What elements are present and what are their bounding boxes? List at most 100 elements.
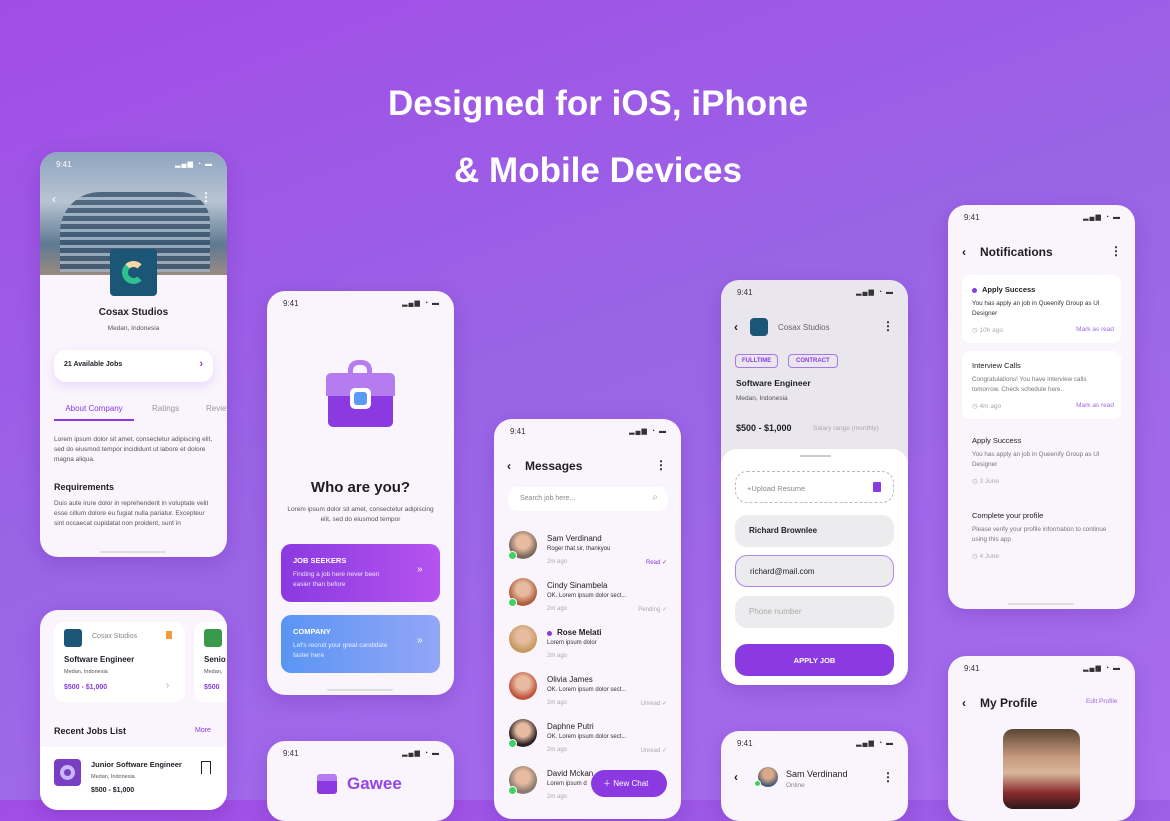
company-desc: Let's recruit your great candidate faste… — [293, 642, 388, 659]
sheet-handle[interactable] — [800, 455, 831, 457]
search-icon: ⌕ — [652, 492, 658, 503]
brand-name: Gawee — [347, 774, 402, 793]
phone-company-profile: 9:41 ▂▄▆ ◔ ▬ ‹ ⋮ Cosax Studios Medan, Ind… — [40, 152, 227, 557]
status-time: 9:41 — [737, 739, 753, 748]
company-name: Cosax Studios — [778, 323, 830, 332]
message-time: 2m ago — [547, 700, 568, 706]
available-jobs-button[interactable]: 21 Available Jobs › — [54, 350, 213, 382]
plus-icon: ＋ — [603, 779, 611, 788]
job-card[interactable]: Cosax Studios Software Engineer Medan, I… — [54, 622, 185, 702]
chat-contact-status: Online — [786, 782, 805, 789]
name-field[interactable]: Richard Brownlee — [735, 515, 894, 547]
clock-icon: ◷ — [972, 403, 978, 410]
bookmark-icon[interactable] — [166, 631, 172, 639]
online-indicator — [508, 739, 517, 748]
more-icon[interactable]: ⋮ — [200, 190, 212, 204]
company-name: Cosax Studios — [98, 307, 169, 318]
phone-apply-job: 9:41 ▂▄▆ ◔ ▬ ‹ Cosax Studios ⋮ FULLTIME C… — [721, 280, 908, 685]
job-card-2[interactable]: Senio Medan, $500 — [194, 622, 227, 702]
apply-sheet: +Upload Resume Richard Brownlee richard@… — [721, 449, 908, 685]
message-item[interactable]: Daphne Putri OK. Lorem ipsum dolor sect.… — [494, 717, 681, 761]
search-input[interactable]: Search job here... ⌕ — [508, 487, 668, 511]
status-icons: ▂▄▆ ◔ ▬ — [1083, 665, 1121, 672]
job-card-company: Cosax Studios — [92, 633, 138, 640]
back-icon[interactable]: ‹ — [52, 192, 56, 206]
status-icons: ▂▄▆ ◔ ▬ — [856, 289, 894, 296]
more-icon[interactable]: ⋮ — [655, 458, 667, 472]
message-preview: Lorem ipsum dolor — [547, 640, 597, 646]
upload-resume-label: +Upload Resume — [747, 484, 806, 493]
message-status: Unread ✓ — [641, 700, 667, 707]
status-time: 9:41 — [283, 299, 299, 308]
more-icon[interactable]: ⋮ — [1110, 244, 1122, 258]
apply-job-button[interactable]: APPLY JOB — [735, 644, 894, 676]
new-chat-button[interactable]: ＋ New Chat — [591, 770, 667, 797]
mark-as-read-link[interactable]: Mark as read — [1076, 326, 1114, 333]
back-icon[interactable]: ‹ — [734, 320, 738, 334]
message-item[interactable]: Olivia James OK. Lorem ipsum dolor sect.… — [494, 670, 681, 714]
phone-splash: 9:41 ▂▄▆ ◔ ▬ Gawee — [267, 741, 454, 821]
company-logo — [750, 318, 768, 336]
upload-resume-button[interactable]: +Upload Resume — [735, 471, 894, 503]
email-field[interactable]: richard@mail.com — [735, 555, 894, 587]
notification-title: Apply Success — [982, 285, 1036, 294]
phone-field[interactable]: Phone number — [735, 596, 894, 628]
more-link[interactable]: More — [195, 727, 211, 734]
mark-as-read-link[interactable]: Mark as read — [1076, 402, 1114, 409]
message-sender: Olivia James — [547, 675, 593, 684]
avatar — [758, 767, 778, 787]
job-card-salary: $500 - $1,000 — [64, 684, 108, 691]
online-indicator — [508, 786, 517, 795]
notification-item[interactable]: Apply Success You has apply an job in Qu… — [962, 275, 1121, 343]
tag-fulltime: FULLTIME — [735, 354, 779, 368]
unread-dot — [972, 288, 977, 293]
back-icon[interactable]: ‹ — [962, 696, 966, 710]
message-item[interactable]: Cindy Sinambela OK. Lorem ipsum dolor se… — [494, 576, 681, 620]
clock-icon: ◷ — [972, 327, 978, 334]
role-title: Who are you? — [310, 479, 411, 496]
back-icon[interactable]: ‹ — [962, 245, 966, 259]
status-time: 9:41 — [510, 427, 526, 436]
check-icon: ✓ — [661, 748, 667, 754]
bookmark-icon[interactable] — [201, 761, 211, 774]
status-time: 9:41 — [737, 288, 753, 297]
edit-profile-link[interactable]: Edit Profile — [1086, 698, 1117, 705]
notification-text: Congratulations! You have interview call… — [972, 376, 1087, 393]
unread-dot — [547, 631, 552, 636]
back-icon[interactable]: ‹ — [507, 459, 511, 473]
check-icon: ✓ — [661, 607, 667, 613]
recent-job-title: Junior Software Engineer — [91, 760, 182, 769]
recent-jobs-title: Recent Jobs List — [54, 726, 127, 736]
phone-messages: 9:41 ▂▄▆ ◔ ▬ ‹ Messages ⋮ Search job here… — [494, 419, 681, 819]
search-placeholder: Search job here... — [520, 495, 576, 502]
clock-icon: ◷ — [972, 478, 978, 485]
more-icon[interactable]: ⋮ — [882, 770, 894, 784]
requirements-title: Requirements — [54, 482, 115, 492]
job-card-location: Medan, Indonesia — [64, 669, 108, 675]
message-item[interactable]: Rose Melati Lorem ipsum dolor 2m ago — [494, 623, 681, 667]
tab-ratings[interactable]: Ratings — [152, 404, 179, 413]
message-item[interactable]: Sam Verdinand Roger that sir, thankyou 2… — [494, 529, 681, 573]
more-icon[interactable]: ⋮ — [882, 319, 894, 333]
file-add-icon — [873, 482, 881, 492]
online-indicator — [508, 551, 517, 560]
job-title: Software Engineer — [736, 378, 811, 388]
notification-item[interactable]: Interview Calls Congratulations! You hav… — [962, 351, 1121, 419]
notification-item[interactable]: Complete your profile Please verify your… — [962, 501, 1121, 569]
check-icon: ✓ — [661, 560, 667, 566]
profile-photo[interactable] — [1003, 729, 1080, 809]
status-icons: ▂▄▆ ◔ ▬ — [402, 750, 440, 757]
hero-title-line1: Designed for iOS, iPhone — [387, 84, 809, 123]
new-chat-label: New Chat — [613, 779, 649, 788]
message-time: 2m ago — [547, 747, 568, 753]
tab-about-company[interactable]: About Company — [54, 404, 134, 421]
company-button[interactable]: COMPANY Let's recruit your great candida… — [281, 615, 440, 673]
back-icon[interactable]: ‹ — [734, 770, 738, 784]
briefcase-icon — [326, 360, 395, 429]
job-seekers-button[interactable]: JOB SEEKERS Finding a job here never bee… — [281, 544, 440, 602]
recent-job-item[interactable]: Junior Software Engineer Medan, Indonesi… — [40, 747, 227, 810]
notification-item[interactable]: Apply Success You has apply an job in Qu… — [962, 426, 1121, 494]
chevron-right-icon: › — [199, 358, 203, 370]
job-card-salary: $500 — [204, 684, 220, 691]
tab-reviews[interactable]: Reviews — [206, 404, 227, 413]
